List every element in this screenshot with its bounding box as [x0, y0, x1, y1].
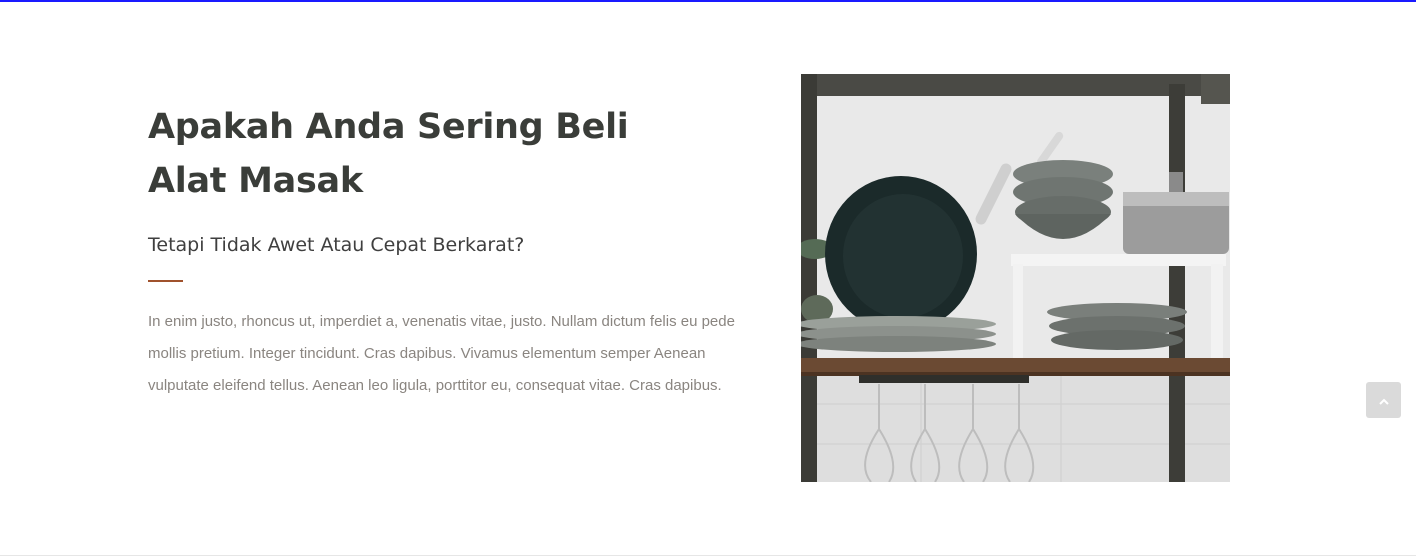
- accent-divider: [148, 280, 183, 282]
- section-body-text: In enim justo, rhoncus ut, imperdiet a, …: [148, 313, 735, 394]
- top-border: [0, 0, 1416, 2]
- scroll-to-top-button[interactable]: [1366, 382, 1401, 418]
- section-subheading: Tetapi Tidak Awet Atau Cepat Berkarat?: [148, 234, 525, 256]
- section-heading: Apakah Anda Sering Beli Alat Masak: [148, 107, 629, 201]
- chevron-up-icon: [1378, 391, 1390, 410]
- intro-text-column: Apakah Anda Sering Beli Alat Masak Tetap…: [148, 100, 748, 402]
- kitchen-shelf-photo: [801, 74, 1230, 482]
- section-bottom-border: [0, 555, 1416, 556]
